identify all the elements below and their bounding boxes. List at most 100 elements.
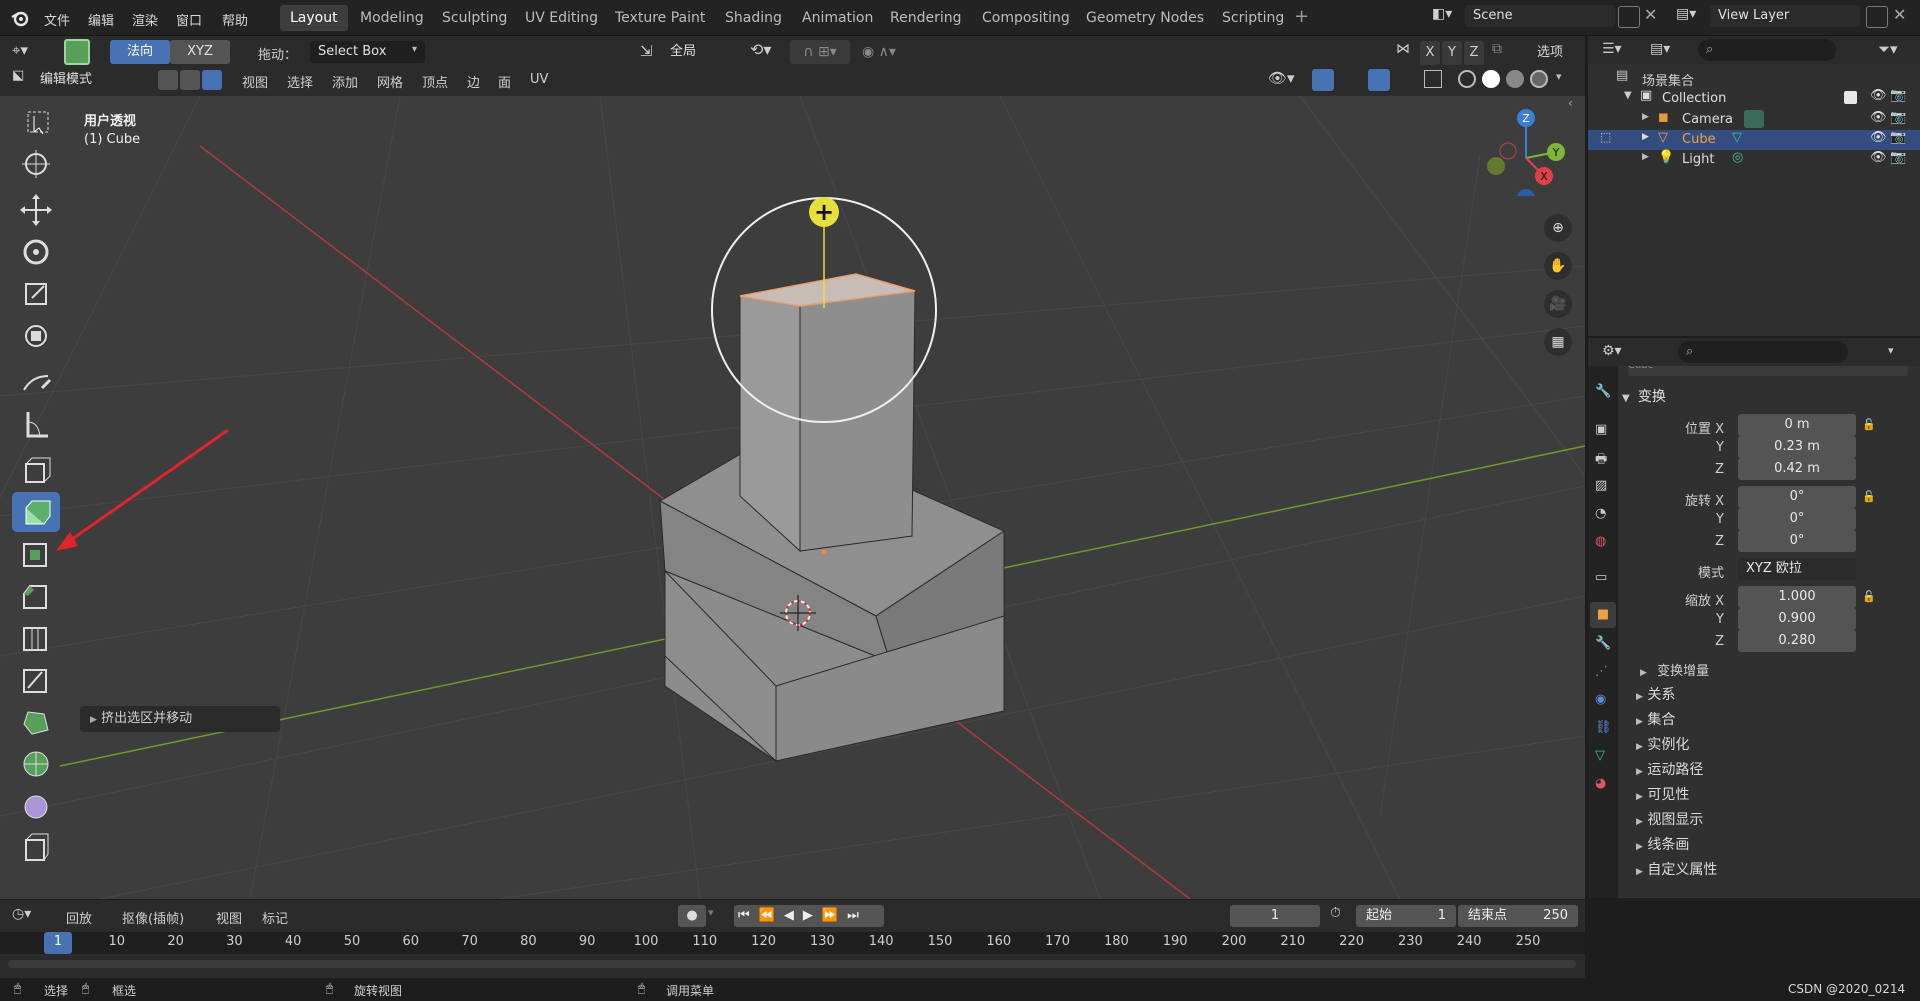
visibility-icon[interactable]: 👁▾: [1268, 69, 1295, 87]
output-tab-icon[interactable]: 🖶: [1595, 450, 1607, 472]
auto-merge-icon[interactable]: ⧉: [1492, 41, 1502, 57]
collection-tab-icon[interactable]: ▭: [1595, 570, 1607, 585]
physics-tab-icon[interactable]: ◉: [1595, 692, 1606, 707]
render-camera-icon[interactable]: 📷: [1890, 130, 1906, 145]
location-z-field[interactable]: 0.42 m: [1738, 458, 1856, 480]
pivot-icon[interactable]: ⟲▾: [750, 40, 771, 59]
view-layer-field[interactable]: View Layer: [1710, 5, 1860, 27]
playback-controls[interactable]: ⏮⏪◀▶⏩⏭: [734, 905, 884, 927]
scale-x-field[interactable]: 1.000: [1738, 586, 1856, 608]
drag-select[interactable]: Select Box: [310, 41, 425, 63]
object-tab-icon[interactable]: ■: [1590, 602, 1616, 628]
marker-menu[interactable]: 标记: [262, 908, 288, 927]
timeline-scrollbar[interactable]: [8, 960, 1576, 968]
expand-icon[interactable]: ▶: [1642, 112, 1649, 122]
tab-texture-paint[interactable]: Texture Paint: [605, 5, 715, 31]
poly-build-tool[interactable]: [12, 702, 60, 742]
scene-icon[interactable]: ◧▾: [1432, 6, 1460, 28]
particles-tab-icon[interactable]: ⋰: [1595, 664, 1608, 679]
measure-tool[interactable]: [12, 404, 60, 444]
menu-render[interactable]: 渲染: [132, 10, 158, 29]
new-scene-icon[interactable]: [1618, 6, 1640, 28]
new-view-layer-icon[interactable]: [1866, 6, 1888, 28]
view-layer-tab-icon[interactable]: ▨: [1595, 478, 1607, 493]
cursor-tool[interactable]: [12, 144, 60, 184]
scale-tool[interactable]: [12, 274, 60, 314]
gizmo-toggle-icon[interactable]: [1312, 69, 1334, 91]
menu-file[interactable]: 文件: [44, 10, 70, 29]
close-icon[interactable]: ✕: [1644, 5, 1657, 24]
mesh-data-icon[interactable]: ▽: [1732, 130, 1742, 145]
tab-layout[interactable]: Layout: [280, 5, 348, 31]
collection-expand-icon[interactable]: ▼: [1624, 90, 1632, 101]
expand-icon[interactable]: ▶: [1642, 132, 1649, 142]
render-tab-icon[interactable]: ▣: [1595, 422, 1607, 437]
timeline-view-menu[interactable]: 视图: [216, 908, 242, 927]
tab-animation[interactable]: Animation: [792, 5, 883, 31]
smooth-tool[interactable]: [12, 786, 60, 826]
location-y-field[interactable]: 0.23 m: [1738, 436, 1856, 458]
tab-compositing[interactable]: Compositing: [972, 5, 1080, 31]
transform-tool[interactable]: [12, 316, 60, 356]
menu-uv[interactable]: UV: [530, 72, 548, 87]
orientation-xyz-button[interactable]: XYZ: [170, 40, 230, 64]
panel-line-art[interactable]: ▶ 线条画: [1636, 834, 1689, 854]
mirror-x-toggle[interactable]: X: [1420, 41, 1440, 65]
edit-mode-row-icon[interactable]: ⬚: [1600, 130, 1611, 144]
location-x-field[interactable]: 0 m: [1738, 414, 1856, 436]
scene-tab-icon[interactable]: ◔: [1595, 506, 1606, 521]
view-layer-icon[interactable]: ▤▾: [1676, 6, 1706, 28]
panel-collections[interactable]: ▶ 集合: [1636, 709, 1675, 729]
timeline-editor-icon[interactable]: ◷▾: [12, 906, 31, 922]
edge-select-icon[interactable]: [180, 70, 200, 90]
outliner-row-camera[interactable]: ▶ ◼ Camera 👁 📷: [1588, 110, 1920, 130]
rotation-x-field[interactable]: 0°: [1738, 486, 1856, 508]
move-tool[interactable]: [12, 190, 60, 230]
vertex-select-icon[interactable]: [158, 70, 178, 90]
snap-icon[interactable]: ∩ ⊞▾: [790, 40, 850, 64]
panel-visibility[interactable]: ▶ 可见性: [1636, 784, 1689, 804]
camera-view-icon[interactable]: 🎥: [1544, 290, 1572, 318]
solid-shading-icon[interactable]: [1482, 70, 1500, 88]
menu-vertex[interactable]: 顶点: [422, 72, 448, 91]
add-workspace-icon[interactable]: +: [1294, 6, 1309, 27]
wireframe-shading-icon[interactable]: [1458, 70, 1476, 88]
inset-faces-tool[interactable]: [12, 534, 60, 574]
eye-icon[interactable]: 👁: [1870, 130, 1887, 145]
perspective-toggle-icon[interactable]: ▦: [1544, 328, 1572, 356]
record-icon[interactable]: ●: [678, 905, 706, 927]
expand-icon[interactable]: ▶: [1642, 152, 1649, 162]
material-shading-icon[interactable]: [1506, 70, 1524, 88]
menu-help[interactable]: 帮助: [222, 10, 248, 29]
start-frame-field[interactable]: 起始 1: [1356, 905, 1456, 927]
mirror-y-toggle[interactable]: Y: [1442, 41, 1462, 65]
mirror-icon[interactable]: ⋈: [1396, 41, 1410, 57]
close-view-layer-icon[interactable]: ✕: [1893, 5, 1906, 24]
annotate-tool[interactable]: [12, 362, 60, 402]
collection-checkbox[interactable]: [1844, 91, 1857, 104]
lock-icon[interactable]: 🔓: [1862, 490, 1876, 503]
menu-edge[interactable]: 边: [467, 72, 480, 91]
keying-set-icon[interactable]: ▾: [708, 906, 714, 919]
zoom-icon[interactable]: ⊕: [1544, 214, 1572, 242]
loop-cut-tool[interactable]: [12, 618, 60, 658]
extrude-region-tool[interactable]: [12, 492, 60, 532]
frame-ruler[interactable]: 1 10 20 30 40 50 60 70 80 90 100 110 120 130 140 150 160…: [0, 932, 1585, 954]
edge-slide-tool[interactable]: [12, 828, 60, 868]
overlay-toggle-icon[interactable]: [1368, 69, 1390, 91]
eye-icon[interactable]: 👁: [1870, 88, 1887, 103]
proportional-edit-icon[interactable]: ◉ ∧▾: [862, 40, 922, 64]
transform-panel-header[interactable]: ▼ 变换: [1622, 386, 1914, 410]
tool-tab-icon[interactable]: 🔧: [1595, 384, 1611, 399]
blender-logo-icon[interactable]: [10, 8, 30, 28]
menu-select[interactable]: 选择: [287, 72, 313, 91]
bevel-tool[interactable]: [12, 576, 60, 616]
tab-rendering[interactable]: Rendering: [880, 5, 972, 31]
current-frame-field[interactable]: 1: [1230, 905, 1320, 927]
panel-motion-paths[interactable]: ▶ 运动路径: [1636, 759, 1703, 779]
navigation-gizmo[interactable]: Z Y X: [1478, 96, 1578, 196]
outliner-row-cube[interactable]: ⬚ ▶ ▽ Cube ▽ 👁 📷: [1588, 130, 1920, 150]
transform-orientation-select[interactable]: 全局: [662, 41, 734, 63]
material-tab-icon[interactable]: ◕: [1595, 776, 1606, 791]
viewport-canvas[interactable]: +: [0, 96, 1585, 899]
